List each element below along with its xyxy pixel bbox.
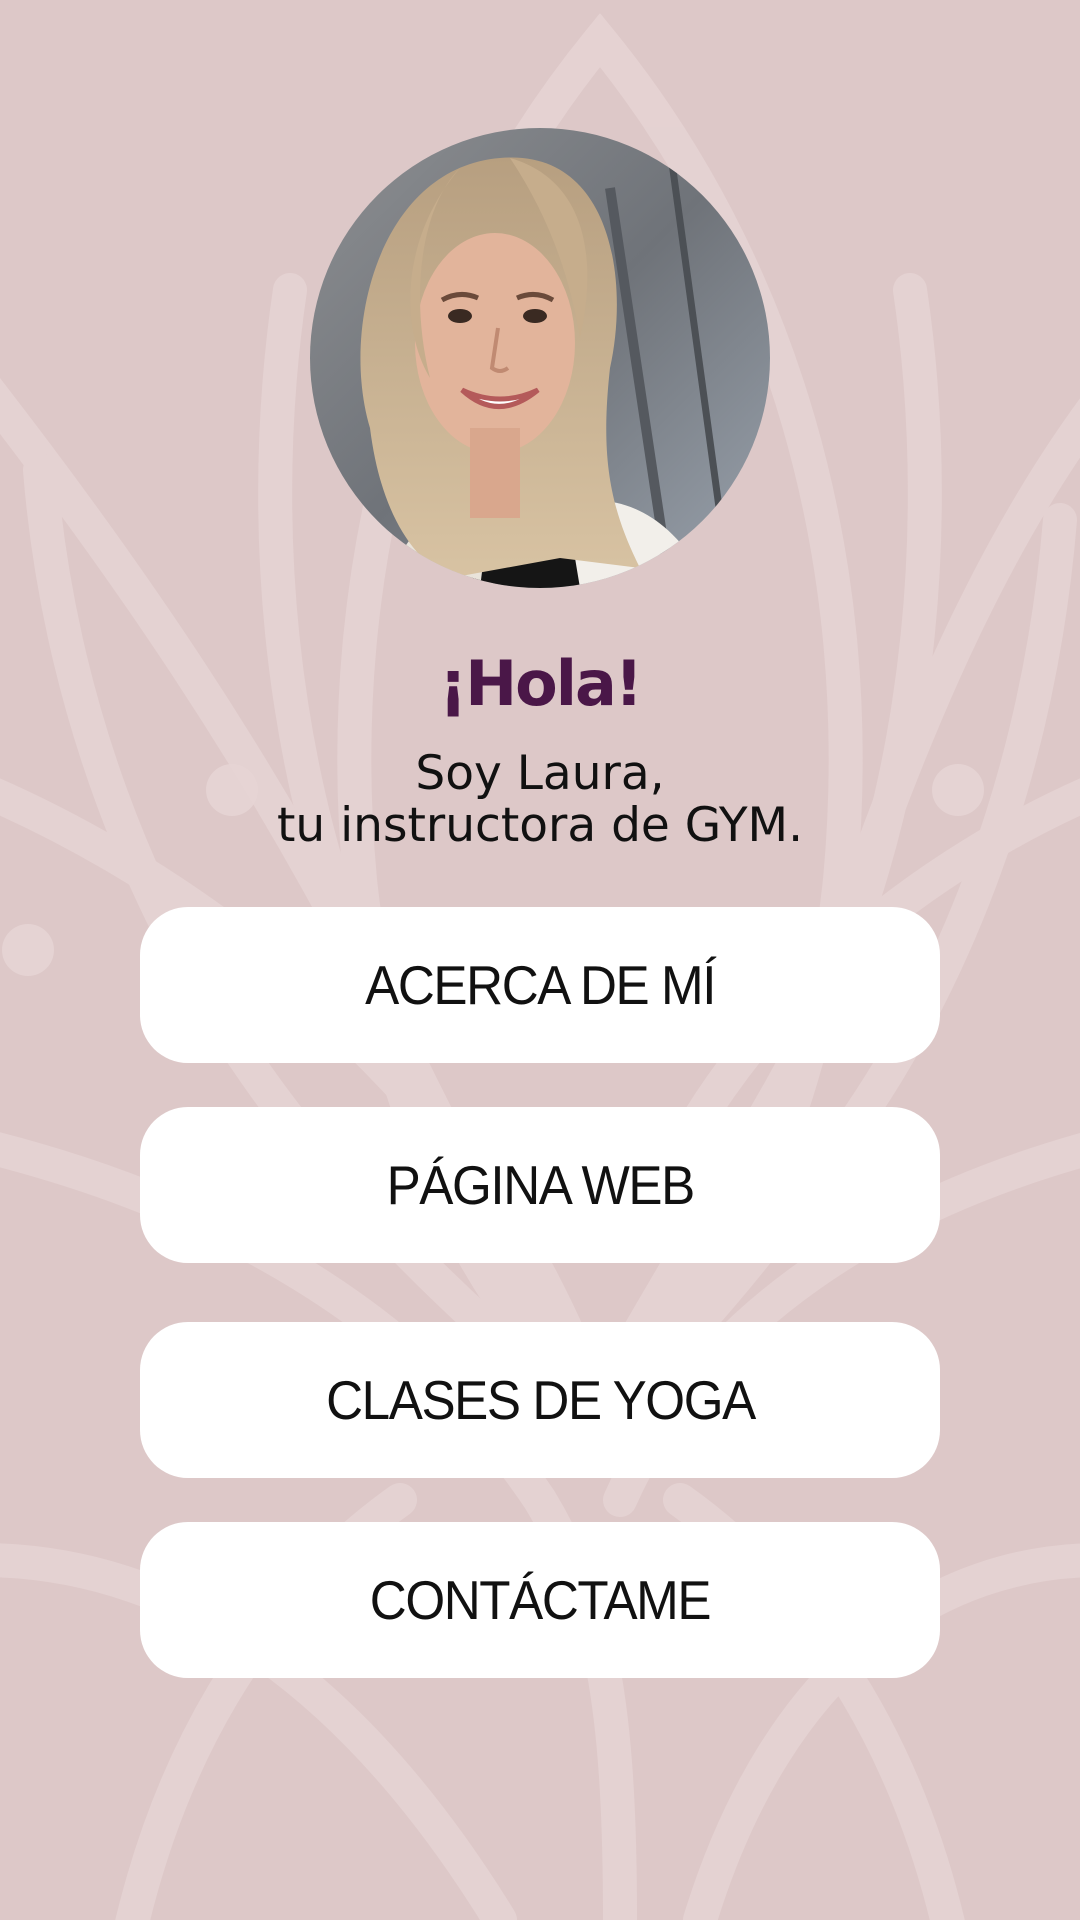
- intro-text: Soy Laura, tu instructora de GYM.: [0, 748, 1080, 852]
- contact-me-button-label: CONTÁCTAME: [369, 1569, 712, 1631]
- website-button[interactable]: PÁGINA WEB: [140, 1107, 940, 1263]
- about-me-button[interactable]: ACERCA DE MÍ: [140, 907, 940, 1063]
- intro-line-1: Soy Laura,: [415, 746, 665, 801]
- greeting-heading: ¡Hola!: [438, 647, 643, 720]
- yoga-classes-button[interactable]: CLASES DE YOGA: [140, 1322, 940, 1478]
- website-button-label: PÁGINA WEB: [386, 1154, 695, 1216]
- about-me-button-label: ACERCA DE MÍ: [365, 954, 716, 1016]
- link-in-bio-page: ¡Hola! Soy Laura, tu instructora de GYM.…: [0, 0, 1080, 1920]
- woman-portrait-photo: [310, 128, 770, 588]
- contact-me-button[interactable]: CONTÁCTAME: [140, 1522, 940, 1678]
- profile-photo: [310, 128, 770, 588]
- intro-line-2: tu instructora de GYM.: [276, 798, 804, 853]
- yoga-classes-button-label: CLASES DE YOGA: [325, 1369, 756, 1431]
